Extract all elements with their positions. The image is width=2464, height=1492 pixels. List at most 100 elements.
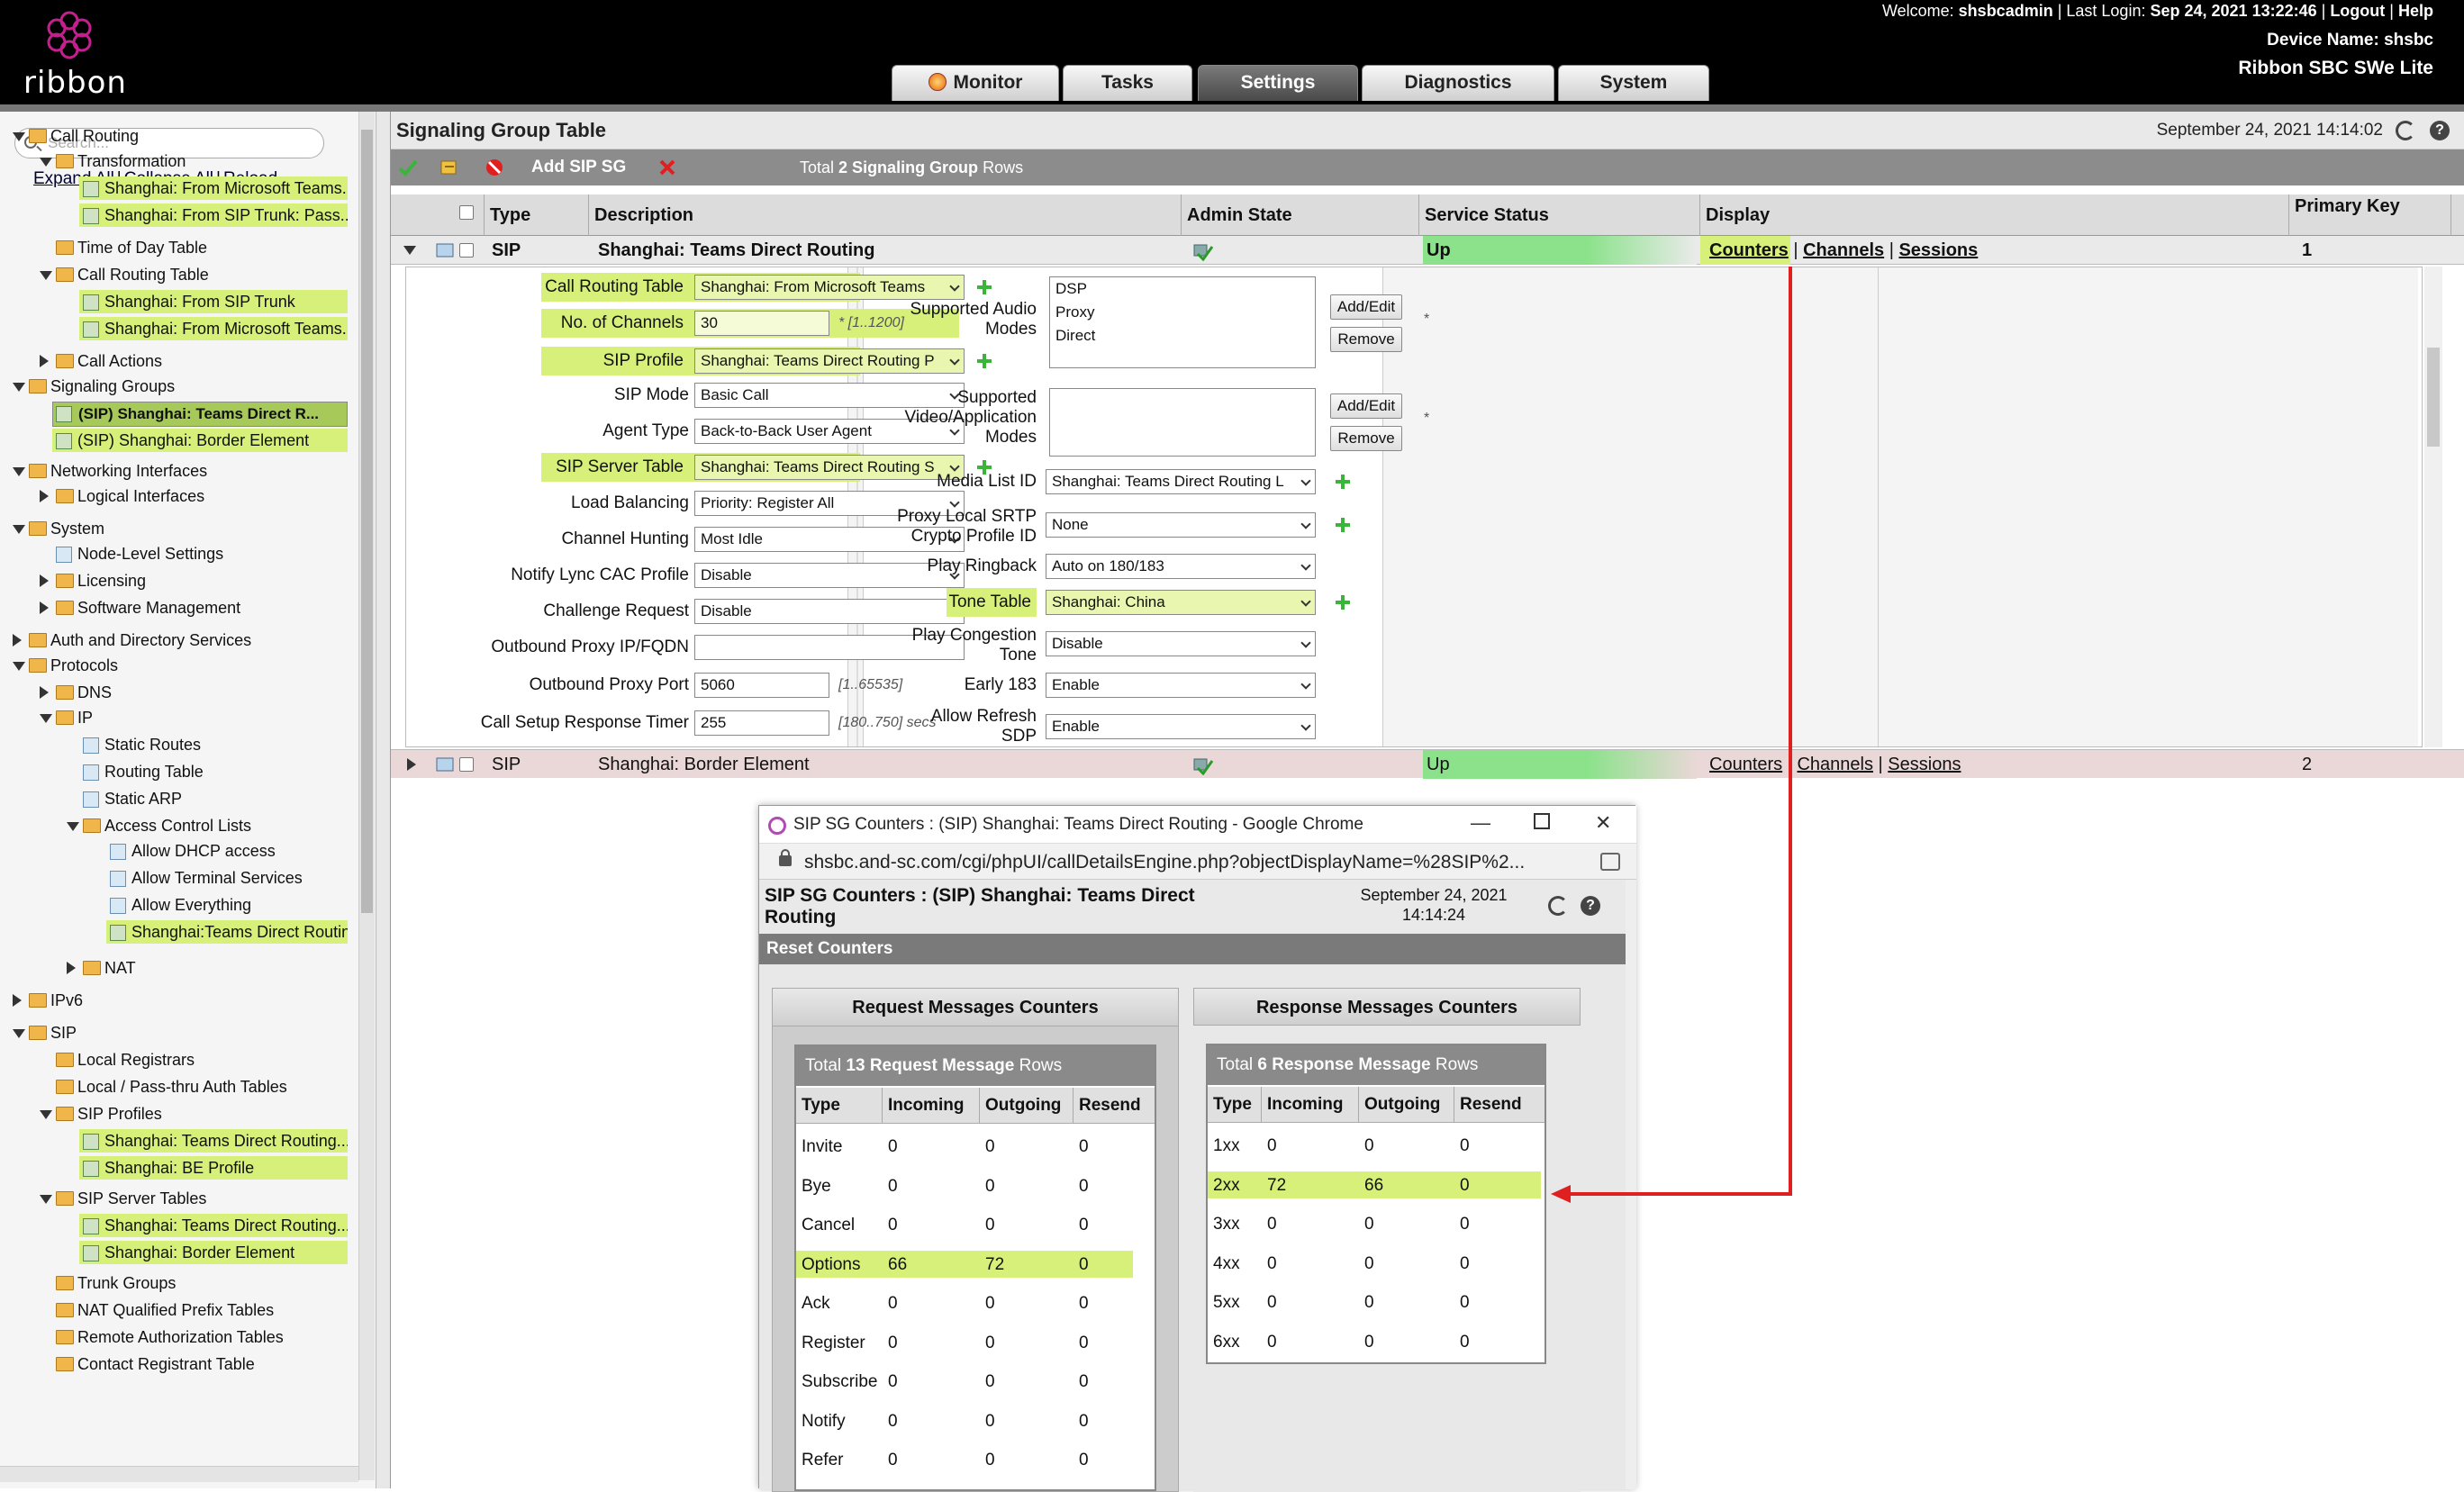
counters-link[interactable]: Counters: [1709, 755, 1782, 774]
tree-node-label[interactable]: Shanghai: Border Element: [79, 1241, 348, 1264]
collapse-node-icon[interactable]: [67, 822, 79, 831]
tree-node-label[interactable]: Allow DHCP access: [131, 839, 276, 863]
tab-diagnostics[interactable]: Diagnostics: [1362, 65, 1554, 101]
tree-node-label[interactable]: Signaling Groups: [50, 375, 175, 398]
tree-node-label[interactable]: Software Management: [77, 596, 240, 619]
help-link[interactable]: Help: [2398, 2, 2433, 20]
add-sip-sg-button[interactable]: Add SIP SG: [531, 158, 626, 177]
table-row[interactable]: SIP Shanghai: Border Element Up Counters…: [391, 749, 2464, 779]
add-tone-table-icon[interactable]: [1336, 595, 1350, 610]
dropdown-select[interactable]: Shanghai: From Microsoft Teams: [694, 275, 965, 300]
collapse-node-icon[interactable]: [40, 714, 52, 723]
tree-node-label[interactable]: Node-Level Settings: [77, 542, 223, 565]
audio-mode-option[interactable]: DSP: [1055, 277, 1315, 301]
header-primary-key[interactable]: Primary Key: [2289, 194, 2451, 236]
tree-node-label[interactable]: Trunk Groups: [77, 1271, 176, 1295]
sidebar-horizontal-scrollbar[interactable]: [0, 1466, 358, 1482]
audio-add-edit-button[interactable]: Add/Edit: [1330, 294, 1402, 320]
popup-scrollbar[interactable]: [1626, 880, 1636, 1489]
collapse-node-icon[interactable]: [40, 158, 52, 167]
collapse-node-icon[interactable]: [40, 1195, 52, 1204]
tree-node-label[interactable]: Protocols: [50, 654, 118, 677]
tree-node-label[interactable]: Local Registrars: [77, 1048, 195, 1072]
tree-node-label[interactable]: Shanghai: Teams Direct Routing...: [79, 1129, 348, 1153]
enable-check-icon[interactable]: [398, 158, 418, 177]
tree-node-label[interactable]: Call Routing Table: [77, 263, 209, 286]
tree-node-label[interactable]: Allow Everything: [131, 893, 251, 917]
tree-node-label[interactable]: Static Routes: [104, 733, 201, 756]
help-icon[interactable]: ?: [1581, 896, 1600, 916]
audio-modes-listbox[interactable]: DSP Proxy Direct: [1049, 276, 1316, 368]
collapse-node-icon[interactable]: [13, 1029, 25, 1038]
logout-link[interactable]: Logout: [2330, 2, 2385, 20]
collapse-node-icon[interactable]: [13, 132, 25, 141]
edit-icon[interactable]: [439, 158, 459, 177]
tree-node-label[interactable]: Access Control Lists: [104, 814, 251, 837]
add-srtp-profile-icon[interactable]: [1336, 518, 1350, 532]
expand-node-icon[interactable]: [40, 601, 49, 614]
early-183-select[interactable]: Enable: [1046, 673, 1316, 698]
tree-node-label[interactable]: Shanghai: From SIP Trunk: [79, 290, 348, 313]
scrollbar-thumb[interactable]: [2427, 348, 2440, 447]
tree-node-label[interactable]: NAT: [104, 956, 136, 980]
delete-icon[interactable]: [657, 158, 677, 177]
help-icon[interactable]: ?: [2430, 121, 2450, 140]
srtp-profile-select[interactable]: None: [1046, 512, 1316, 538]
expand-node-icon[interactable]: [13, 634, 22, 647]
expand-row-icon[interactable]: [407, 758, 416, 771]
table-row[interactable]: SIP Shanghai: Teams Direct Routing Up Co…: [391, 236, 2464, 265]
tab-monitor[interactable]: Monitor: [892, 65, 1059, 101]
collapse-node-icon[interactable]: [13, 525, 25, 534]
allow-refresh-sdp-select[interactable]: Enable: [1046, 714, 1316, 739]
play-congestion-select[interactable]: Disable: [1046, 631, 1316, 656]
popup-address-bar[interactable]: shsbc.and-sc.com/cgi/phpUI/callDetailsEn…: [759, 844, 1636, 880]
tab-system[interactable]: System: [1558, 65, 1709, 101]
close-button[interactable]: ✕: [1595, 811, 1611, 835]
reset-counters-button[interactable]: Reset Counters: [766, 939, 892, 959]
tree-node-label[interactable]: SIP: [50, 1021, 77, 1044]
header-admin-state[interactable]: Admin State: [1182, 194, 1419, 236]
video-add-edit-button[interactable]: Add/Edit: [1330, 393, 1402, 419]
expand-node-icon[interactable]: [40, 574, 49, 587]
add-media-list-icon[interactable]: [1336, 475, 1350, 489]
header-type[interactable]: Type: [485, 194, 589, 236]
maximize-button[interactable]: [1534, 813, 1550, 829]
expand-node-icon[interactable]: [40, 355, 49, 367]
tree-node-label[interactable]: NAT Qualified Prefix Tables: [77, 1298, 274, 1322]
counters-link[interactable]: Counters: [1709, 240, 1789, 260]
dropdown-select[interactable]: Shanghai: Teams Direct Routing P: [694, 348, 965, 374]
tree-node-label[interactable]: Logical Interfaces: [77, 484, 204, 508]
video-remove-button[interactable]: Remove: [1330, 426, 1402, 451]
collapse-row-icon[interactable]: [403, 246, 416, 255]
tree-node-label[interactable]: SIP Server Tables: [77, 1187, 206, 1210]
expand-node-icon[interactable]: [40, 490, 49, 502]
tab-tasks[interactable]: Tasks: [1063, 65, 1192, 101]
tree-node-label[interactable]: Contact Registrant Table: [77, 1352, 255, 1376]
tree-node-label[interactable]: Static ARP: [104, 787, 182, 810]
tree-node-label[interactable]: Shanghai: From SIP Trunk: Pass...: [79, 203, 348, 227]
tree-node-label[interactable]: Shanghai: From Microsoft Teams...: [79, 317, 348, 340]
collapse-node-icon[interactable]: [40, 271, 52, 280]
tree-node-label[interactable]: Shanghai:Teams Direct Routin: [106, 920, 348, 944]
header-description[interactable]: Description: [589, 194, 1182, 236]
sessions-link[interactable]: Sessions: [1898, 240, 1978, 260]
refresh-icon[interactable]: [2396, 121, 2415, 140]
tree-node-label[interactable]: Shanghai: From Microsoft Teams...: [79, 176, 348, 200]
collapse-node-icon[interactable]: [13, 467, 25, 476]
add-entry-icon[interactable]: [977, 280, 992, 294]
collapse-node-icon[interactable]: [13, 662, 25, 671]
detail-scrollbar[interactable]: [2424, 267, 2442, 747]
play-ringback-select[interactable]: Auto on 180/183: [1046, 554, 1316, 579]
expand-node-icon[interactable]: [40, 686, 49, 699]
scrollbar-thumb[interactable]: [361, 130, 373, 913]
expand-node-icon[interactable]: [13, 994, 22, 1007]
audio-remove-button[interactable]: Remove: [1330, 327, 1402, 352]
select-all-checkbox[interactable]: [459, 205, 474, 220]
tab-settings[interactable]: Settings: [1198, 65, 1358, 101]
tree-node-label[interactable]: Allow Terminal Services: [131, 866, 303, 890]
channels-link[interactable]: Channels: [1803, 240, 1884, 260]
tree-node-label[interactable]: Remote Authorization Tables: [77, 1325, 284, 1349]
text-input[interactable]: 255: [694, 710, 829, 736]
expand-node-icon[interactable]: [67, 962, 76, 974]
collapse-node-icon[interactable]: [13, 383, 25, 392]
